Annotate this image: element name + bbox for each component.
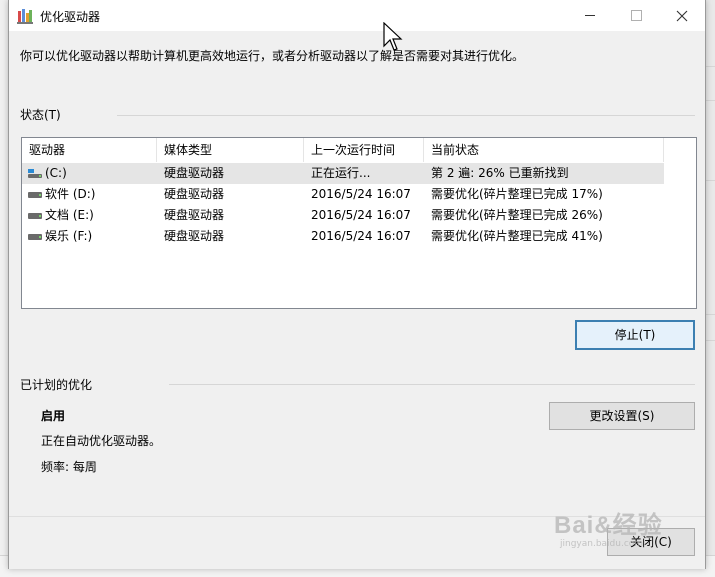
hard-drive-icon: [28, 213, 42, 219]
scheduled-section-label: 已计划的优化: [20, 378, 93, 392]
drive-last-run: 2016/5/24 16:07: [311, 187, 411, 201]
close-icon: [676, 10, 688, 21]
column-header-drive[interactable]: 驱动器: [22, 138, 157, 162]
scheduled-divider: [169, 384, 695, 385]
drive-status: 需要优化(碎片整理已完成 17%): [431, 187, 603, 201]
schedule-status: 启用: [41, 409, 66, 423]
drive-name: 文档 (E:): [45, 208, 94, 222]
schedule-detail: 正在自动优化驱动器。: [41, 434, 162, 448]
column-header-media-type[interactable]: 媒体类型: [157, 138, 304, 162]
drive-status: 第 2 遍: 26% 已重新找到: [431, 166, 569, 180]
mouse-cursor-icon: [383, 22, 403, 51]
drive-row-e[interactable]: 文档 (E:) 硬盘驱动器 2016/5/24 16:07 需要优化(碎片整理已…: [22, 205, 696, 226]
status-divider: [117, 115, 695, 116]
optimize-drives-window: 优化驱动器 你可以优化驱动器以帮助计算机更高效地运行，或者分析驱动器以了解是否需…: [8, 0, 706, 569]
minimize-icon: [585, 15, 595, 16]
drive-media-type: 硬盘驱动器: [164, 229, 225, 243]
drive-last-run: 正在运行...: [311, 166, 371, 180]
drive-name: 软件 (D:): [45, 187, 96, 201]
maximize-button[interactable]: [613, 0, 659, 31]
column-header-current-status[interactable]: 当前状态: [424, 138, 664, 162]
change-settings-button[interactable]: 更改设置(S): [549, 402, 695, 430]
drive-media-type: 硬盘驱动器: [164, 208, 225, 222]
close-button[interactable]: 关闭(C): [607, 528, 695, 556]
defrag-app-icon: [17, 9, 33, 24]
drive-name: 娱乐 (F:): [45, 229, 93, 243]
list-header: 驱动器 媒体类型 上一次运行时间 当前状态: [22, 138, 696, 162]
drive-last-run: 2016/5/24 16:07: [311, 229, 411, 243]
status-section-label: 状态(T): [20, 108, 61, 122]
title-bar[interactable]: 优化驱动器: [9, 0, 705, 31]
drive-row-f[interactable]: 娱乐 (F:) 硬盘驱动器 2016/5/24 16:07 需要优化(碎片整理已…: [22, 226, 696, 247]
minimize-button[interactable]: [567, 0, 613, 31]
maximize-icon: [630, 10, 642, 21]
schedule-frequency: 频率: 每周: [41, 460, 97, 474]
drive-status: 需要优化(碎片整理已完成 26%): [431, 208, 603, 222]
drive-last-run: 2016/5/24 16:07: [311, 208, 411, 222]
drive-row-d[interactable]: 软件 (D:) 硬盘驱动器 2016/5/24 16:07 需要优化(碎片整理已…: [22, 184, 696, 205]
hard-drive-icon: [28, 234, 42, 240]
window-title: 优化驱动器: [40, 10, 101, 24]
stop-button[interactable]: 停止(T): [575, 320, 695, 350]
drive-media-type: 硬盘驱动器: [164, 187, 225, 201]
drive-status: 需要优化(碎片整理已完成 41%): [431, 229, 603, 243]
close-window-button[interactable]: [659, 0, 705, 31]
hard-drive-icon: [28, 192, 42, 198]
drive-name: (C:): [45, 166, 67, 180]
dialog-footer: [9, 516, 705, 569]
drive-list[interactable]: 驱动器 媒体类型 上一次运行时间 当前状态 (C:) 硬盘驱动器 正在运行...…: [21, 137, 697, 309]
system-drive-icon: [28, 169, 42, 178]
drive-row-c[interactable]: (C:) 硬盘驱动器 正在运行... 第 2 遍: 26% 已重新找到: [22, 163, 664, 184]
column-header-last-run[interactable]: 上一次运行时间: [304, 138, 424, 162]
drive-media-type: 硬盘驱动器: [164, 166, 225, 180]
description-text: 你可以优化驱动器以帮助计算机更高效地运行，或者分析驱动器以了解是否需要对其进行优…: [20, 49, 525, 63]
